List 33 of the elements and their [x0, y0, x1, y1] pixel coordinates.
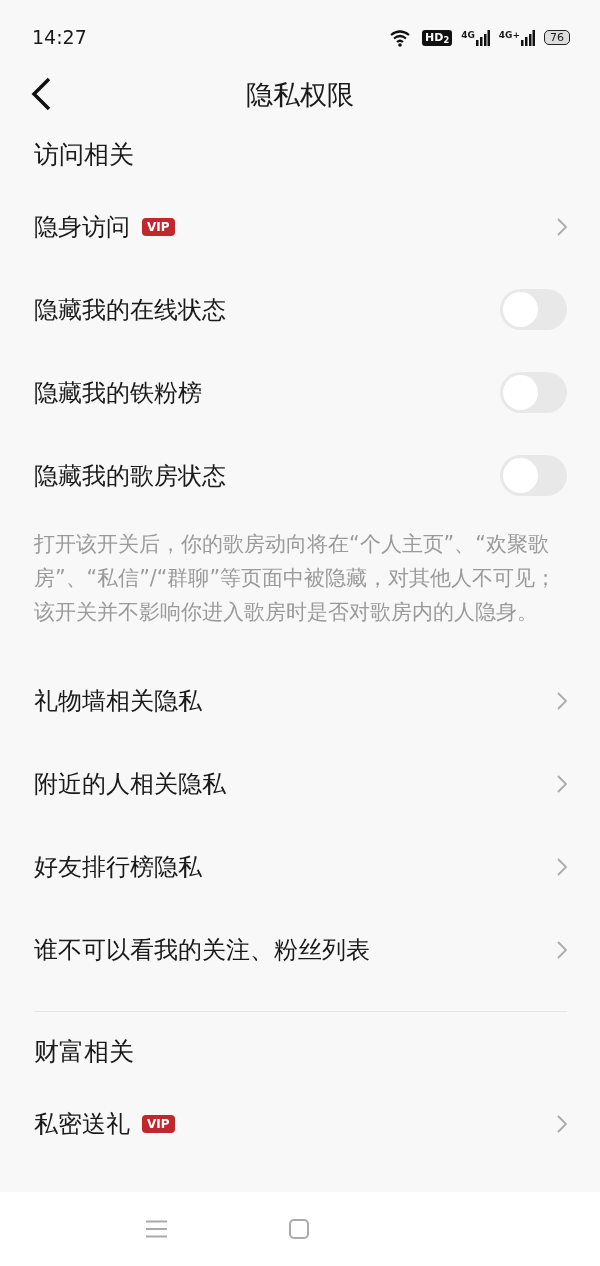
setting-label: 谁不可以看我的关注、粉丝列表 [34, 934, 370, 966]
description-text: 打开该开关后，你的歌房动向将在“个人主页”、“欢聚歌房”、“私信”/“群聊”等页面中被隐藏，对其他人不可见；该开关并不影响你进入歌房时是否对歌房内的人隐身。 [34, 531, 557, 626]
battery-icon: 76 [544, 30, 570, 45]
vip-tag: VIP [142, 217, 175, 236]
chevron-icon [557, 857, 567, 876]
chevron-icon [557, 1114, 567, 1133]
settings-row[interactable]: 私密送礼 VIP [34, 1082, 567, 1165]
settings-row[interactable]: 隐身访问 VIP [34, 185, 567, 268]
setting-label: 隐藏我的铁粉榜 [34, 377, 202, 409]
setting-label: 礼物墙相关隐私 [34, 685, 202, 717]
page-title: 隐私权限 [246, 77, 354, 112]
back-icon[interactable] [30, 77, 52, 111]
setting-label: 私密送礼 [34, 1108, 130, 1140]
chevron-icon [557, 217, 567, 236]
setting-label: 隐藏我的歌房状态 [34, 460, 226, 492]
setting-label: 隐身访问 [34, 211, 130, 243]
section-title: 访问相关 [34, 139, 134, 172]
status-time: 14:27 [32, 25, 87, 51]
chevron-icon [557, 774, 567, 793]
settings-row[interactable]: 谁不可以看我的关注、粉丝列表 [34, 908, 567, 991]
chevron-icon [557, 691, 567, 710]
chevron-icon [557, 940, 567, 959]
section-title: 财富相关 [34, 1036, 134, 1069]
setting-label: 隐藏我的在线状态 [34, 294, 226, 326]
settings-row[interactable]: 好友排行榜隐私 [34, 825, 567, 908]
setting-label: 好友排行榜隐私 [34, 851, 202, 883]
setting-label: 附近的人相关隐私 [34, 768, 226, 800]
hd-icon: HD$_{2}$ [422, 29, 453, 46]
home-icon[interactable] [289, 1219, 309, 1239]
settings-row[interactable]: 附近的人相关隐私 [34, 742, 567, 825]
vip-tag: VIP [142, 1114, 175, 1133]
settings-row[interactable]: 礼物墙相关隐私 [34, 659, 567, 742]
menu-icon[interactable] [146, 1220, 167, 1238]
